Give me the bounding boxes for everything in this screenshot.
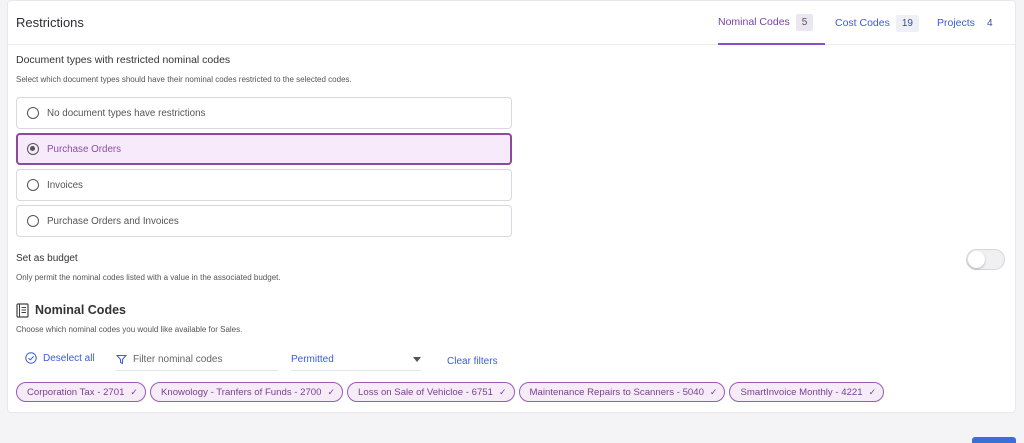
budget-description: Only permit the nominal codes listed wit… [16, 273, 281, 282]
clear-filters-link[interactable]: Clear filters [447, 356, 498, 367]
filter-icon [116, 355, 127, 365]
code-chip[interactable]: Maintenance Repairs to Scanners - 5040 ✓ [518, 382, 726, 402]
chip-label: Loss on Sale of Vehicloe - 6751 [358, 386, 493, 398]
deselect-all-label: Deselect all [43, 352, 95, 364]
code-chip[interactable]: SmartInvoice Monthly - 4221 ✓ [729, 382, 885, 402]
radio-icon [27, 107, 39, 119]
check-icon: ✓ [498, 386, 507, 397]
nominal-codes-title: Nominal Codes [35, 303, 126, 317]
radio-icon [27, 179, 39, 191]
tab-count-badge: 4 [986, 17, 993, 29]
save-button[interactable] [972, 437, 1016, 443]
doc-types-description: Select which document types should have … [16, 75, 352, 84]
radio-selected-icon [27, 143, 39, 155]
budget-title: Set as budget [16, 253, 78, 264]
deselect-all-button[interactable]: Deselect all [25, 352, 95, 364]
code-chip[interactable]: Knowology - Tranfers of Funds - 2700 ✓ [149, 382, 344, 402]
tab-label: Nominal Codes [718, 16, 790, 28]
option-label: Purchase Orders [47, 143, 122, 155]
radio-icon [27, 215, 39, 227]
option-no-restrictions[interactable]: No document types have restrictions [16, 97, 512, 129]
check-icon: ✓ [130, 386, 138, 397]
page-title: Restrictions [16, 15, 84, 30]
filter-field [116, 349, 278, 371]
option-purchase-orders[interactable]: Purchase Orders [16, 133, 512, 165]
doc-types-title: Document types with restricted nominal c… [16, 54, 231, 66]
chip-label: Maintenance Repairs to Scanners - 5040 [529, 386, 704, 398]
budget-toggle[interactable] [966, 249, 1005, 270]
selected-codes-chips: Corporation Tax - 2701 ✓ Knowology - Tra… [16, 382, 888, 402]
option-invoices[interactable]: Invoices [16, 169, 512, 201]
caret-down-icon [413, 357, 421, 362]
tab-count-badge: 19 [895, 14, 919, 32]
tab-label: Projects [937, 17, 975, 29]
chip-label: Corporation Tax - 2701 [27, 386, 125, 398]
option-label: Invoices [47, 179, 83, 191]
tab-count-badge: 5 [795, 13, 814, 31]
nominal-codes-description: Choose which nominal codes you would lik… [16, 325, 243, 334]
tab-projects[interactable]: Projects 4 [937, 1, 999, 45]
card-header: Restrictions Nominal Codes 5 Cost Codes … [8, 1, 1015, 45]
book-icon [16, 303, 29, 323]
check-icon: ✓ [327, 386, 336, 397]
tab-cost-codes[interactable]: Cost Codes 19 [835, 1, 919, 45]
restrictions-card: Restrictions Nominal Codes 5 Cost Codes … [7, 0, 1016, 413]
status-select[interactable]: Permitted [291, 349, 421, 371]
option-purchase-orders-and-invoices[interactable]: Purchase Orders and Invoices [16, 205, 512, 237]
code-chip[interactable]: Loss on Sale of Vehicloe - 6751 ✓ [347, 382, 515, 402]
chip-label: SmartInvoice Monthly - 4221 [740, 386, 863, 398]
tab-nominal-codes[interactable]: Nominal Codes 5 [718, 1, 825, 45]
check-icon: ✓ [709, 386, 718, 397]
option-label: Purchase Orders and Invoices [47, 215, 179, 227]
filter-input[interactable] [133, 354, 273, 365]
check-icon: ✓ [868, 386, 877, 397]
code-chip[interactable]: Corporation Tax - 2701 ✓ [16, 382, 146, 402]
option-label: No document types have restrictions [47, 107, 206, 119]
tab-label: Cost Codes [835, 17, 890, 29]
chip-label: Knowology - Tranfers of Funds - 2700 [160, 386, 322, 398]
status-select-value: Permitted [291, 354, 334, 365]
check-circle-icon [25, 352, 37, 364]
